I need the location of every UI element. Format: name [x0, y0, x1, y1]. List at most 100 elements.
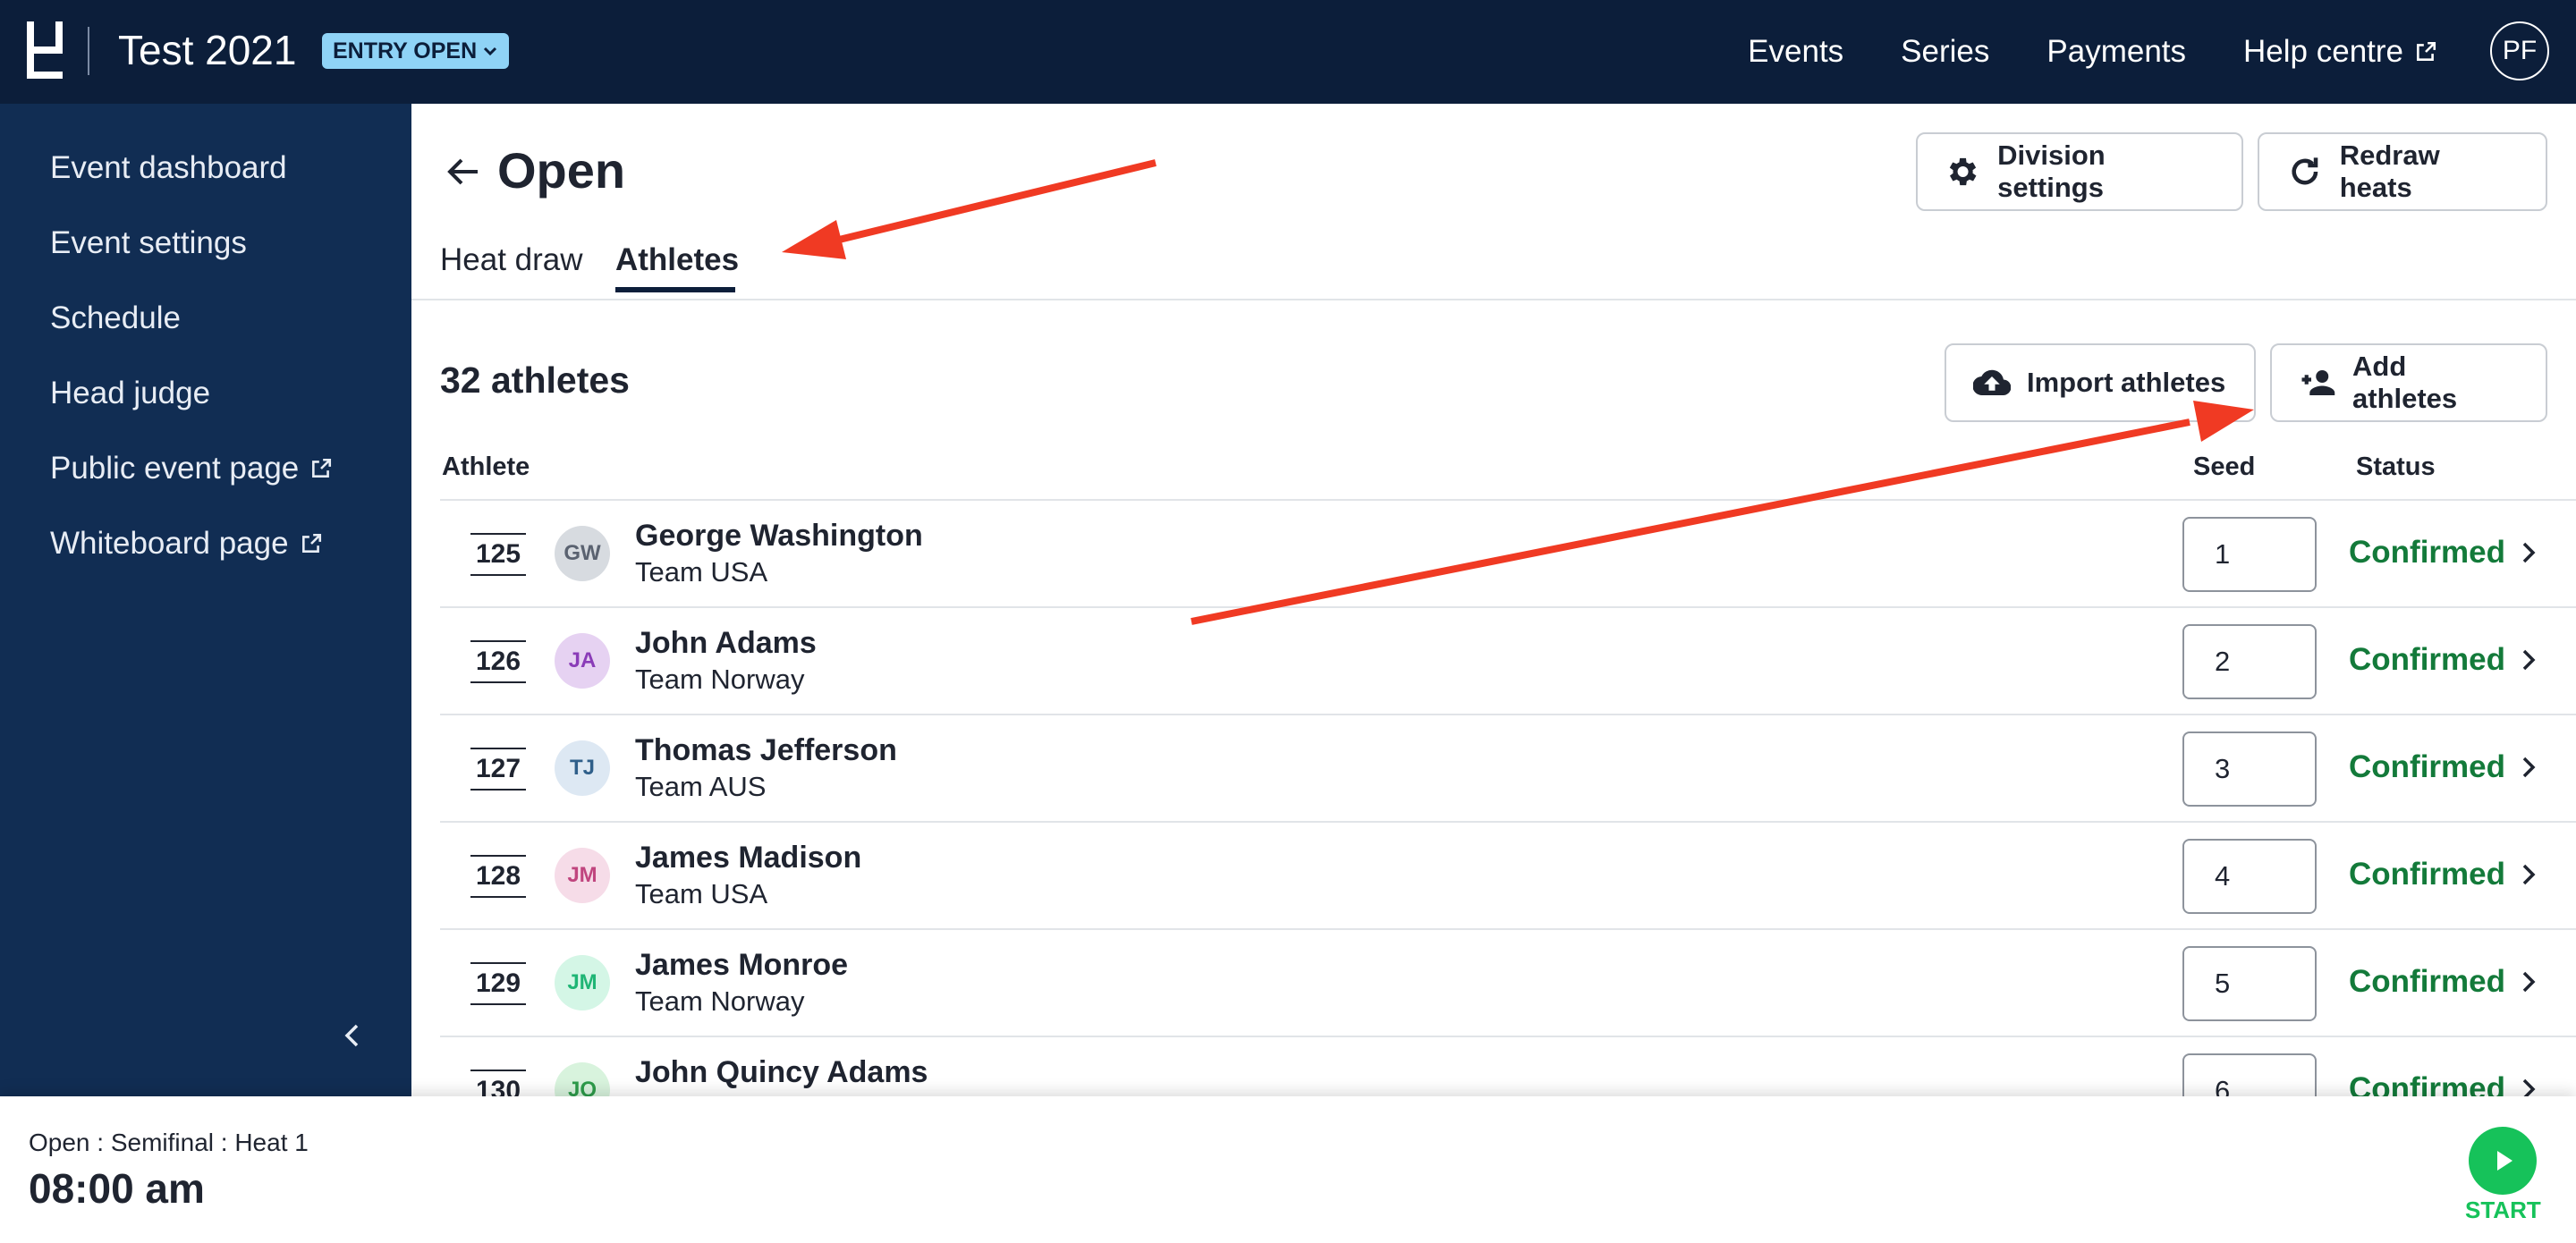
active-tab-indicator	[615, 287, 735, 292]
current-heat-time: 08:00 am	[29, 1165, 205, 1212]
athlete-name: John Quincy Adams	[635, 1055, 928, 1089]
athlete-name: James Madison	[635, 841, 862, 875]
event-title: Test 2021	[118, 27, 297, 73]
seed-input[interactable]	[2182, 946, 2317, 1021]
chevron-right-icon	[2522, 864, 2536, 885]
tabs-divider	[411, 299, 2576, 300]
bib-number: 126	[470, 640, 526, 683]
status-label: Confirmed	[2349, 749, 2505, 784]
sidebar-item-whiteboard-page[interactable]: Whiteboard page	[50, 526, 323, 562]
import-athletes-button[interactable]: Import athletes	[1945, 343, 2256, 422]
tab-heat-draw[interactable]: Heat draw	[440, 242, 583, 278]
seed-input[interactable]	[2182, 839, 2317, 914]
back-arrow-icon[interactable]	[444, 152, 483, 191]
main-nav: Events Series Payments Help centre	[1748, 0, 2437, 104]
current-heat-label: Open : Semifinal : Heat 1	[29, 1129, 309, 1156]
status-link[interactable]: Confirmed	[2349, 964, 2538, 1000]
athlete-name: James Monroe	[635, 948, 849, 982]
heat-control-bar: Open : Semifinal : Heat 1 08:00 am START	[0, 1096, 2576, 1243]
top-bar: Test 2021 ENTRY OPEN Events Series Payme…	[0, 0, 2576, 104]
external-link-icon	[2417, 41, 2436, 61]
status-link[interactable]: Confirmed	[2349, 535, 2538, 571]
sidebar-item-label: Public event page	[50, 451, 300, 486]
athlete-name: John Adams	[635, 626, 817, 660]
refresh-icon	[2292, 157, 2318, 185]
seed-input[interactable]	[2182, 517, 2317, 592]
athlete-name: George Washington	[635, 519, 923, 553]
athlete-team: Team USA	[635, 556, 768, 588]
cloud-upload-icon	[1973, 369, 2011, 396]
table-row[interactable]: 126 JA John Adams Team Norway Confirmed	[440, 606, 2576, 714]
sidebar-item-label: Whiteboard page	[50, 526, 289, 561]
bib-number: 125	[470, 533, 526, 576]
sidebar: Event dashboard Event settings Schedule …	[0, 104, 411, 1096]
add-athletes-label: Add athletes	[2352, 351, 2458, 414]
status-link[interactable]: Confirmed	[2349, 642, 2538, 678]
play-icon	[2497, 1151, 2512, 1171]
column-header-status: Status	[2356, 452, 2436, 481]
sidebar-item-event-dashboard[interactable]: Event dashboard	[50, 150, 287, 186]
status-label: Confirmed	[2349, 642, 2505, 677]
entry-status-label: ENTRY OPEN	[333, 38, 478, 63]
gear-icon	[1949, 157, 1977, 186]
add-athletes-button[interactable]: Add athletes	[2270, 343, 2547, 422]
nav-help-centre-label: Help centre	[2243, 34, 2403, 69]
avatar: JM	[555, 848, 610, 903]
column-header-seed: Seed	[2193, 452, 2256, 481]
status-link[interactable]: Confirmed	[2349, 749, 2538, 785]
status-link[interactable]: Confirmed	[2349, 857, 2538, 892]
column-header-athlete: Athlete	[442, 452, 530, 481]
avatar: GW	[555, 526, 610, 581]
nav-series[interactable]: Series	[1901, 34, 1989, 70]
entry-status-badge[interactable]: ENTRY OPEN	[322, 33, 510, 69]
chevron-right-icon	[2522, 649, 2536, 671]
chevron-down-icon	[484, 47, 497, 56]
logo-divider	[88, 27, 89, 75]
sidebar-item-public-event-page[interactable]: Public event page	[50, 451, 333, 486]
status-label: Confirmed	[2349, 857, 2505, 892]
athlete-name: Thomas Jefferson	[635, 733, 897, 767]
table-row[interactable]: 125 GW George Washington Team USA Confir…	[440, 499, 2576, 606]
avatar: JA	[555, 633, 610, 689]
external-link-icon	[301, 533, 321, 553]
athlete-count: 32 athletes	[440, 359, 630, 401]
athlete-team: Team Norway	[635, 664, 805, 695]
import-athletes-label: Import athletes	[2027, 367, 2226, 398]
start-button[interactable]	[2469, 1127, 2537, 1195]
page-title: Open	[497, 142, 626, 199]
nav-help-centre[interactable]: Help centre	[2243, 34, 2437, 70]
nav-events[interactable]: Events	[1748, 34, 1843, 70]
add-person-icon	[2301, 370, 2335, 395]
sidebar-item-event-settings[interactable]: Event settings	[50, 225, 247, 261]
bib-number: 128	[470, 855, 526, 898]
tab-athletes[interactable]: Athletes	[615, 242, 739, 278]
seed-input[interactable]	[2182, 731, 2317, 807]
user-avatar[interactable]: PF	[2490, 21, 2549, 80]
redraw-heats-label: Redraw heats	[2339, 140, 2440, 203]
app-logo[interactable]	[27, 21, 63, 79]
division-settings-label: Division settings	[1997, 140, 2106, 203]
bib-number: 127	[470, 748, 526, 791]
collapse-sidebar-icon[interactable]	[336, 1019, 369, 1052]
avatar: TJ	[555, 740, 610, 796]
table-row[interactable]: 127 TJ Thomas Jefferson Team AUS Confirm…	[440, 714, 2576, 821]
chevron-right-icon	[2522, 542, 2536, 563]
division-settings-button[interactable]: Division settings	[1916, 132, 2243, 211]
redraw-heats-button[interactable]: Redraw heats	[2258, 132, 2547, 211]
chevron-right-icon	[2522, 757, 2536, 778]
seed-input[interactable]	[2182, 624, 2317, 699]
chevron-right-icon	[2522, 971, 2536, 993]
table-row[interactable]: 128 JM James Madison Team USA Confirmed	[440, 821, 2576, 928]
avatar: JM	[555, 955, 610, 1010]
external-link-icon	[312, 458, 332, 478]
athlete-team: Team Norway	[635, 985, 805, 1017]
status-label: Confirmed	[2349, 535, 2505, 570]
main-content: Open Division settings Redraw heats Heat…	[411, 104, 2576, 1129]
table-row[interactable]: 129 JM James Monroe Team Norway Confirme…	[440, 928, 2576, 1036]
sidebar-item-schedule[interactable]: Schedule	[50, 300, 181, 336]
athlete-team: Team AUS	[635, 771, 767, 802]
bib-number: 129	[470, 962, 526, 1005]
sidebar-item-head-judge[interactable]: Head judge	[50, 376, 210, 411]
start-label[interactable]: START	[2465, 1196, 2541, 1224]
nav-payments[interactable]: Payments	[2046, 34, 2186, 70]
